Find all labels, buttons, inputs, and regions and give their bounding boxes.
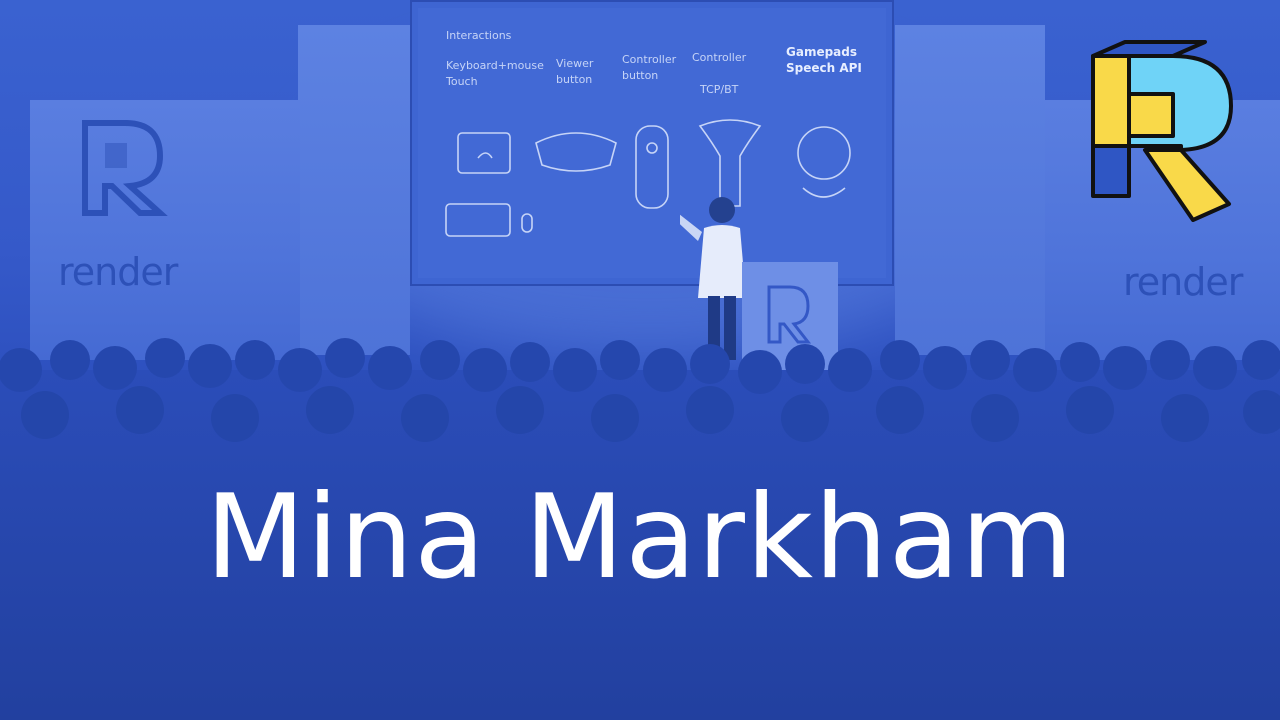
slide-heading: Interactions: [446, 29, 512, 42]
render-logo-icon: [82, 120, 168, 216]
banner-left-word: render: [58, 250, 178, 294]
slide-col1: Keyboard+mouse Touch: [446, 59, 544, 88]
banner-left: render: [30, 100, 300, 360]
slide-col4a: Controller: [692, 51, 747, 64]
hero-image: render render Interactions Keyboard+mous…: [0, 0, 1280, 720]
projection-screen: Interactions Keyboard+mouse Touch Viewer…: [410, 0, 894, 286]
slide: Interactions Keyboard+mouse Touch Viewer…: [418, 8, 886, 278]
render-logo-icon: [1091, 40, 1233, 222]
stage-panel-right: [895, 25, 1045, 355]
slide-col3: Controller button: [622, 53, 677, 82]
slide-col2: Viewer button: [556, 57, 594, 86]
speaker-name: Mina Markham: [205, 470, 1075, 605]
slide-col5: Gamepads Speech API: [786, 45, 862, 75]
stage-panel-left: [298, 25, 410, 355]
banner-right-word: render: [1123, 260, 1243, 304]
slide-sketches: [445, 119, 851, 237]
slide-col4b: TCP/BT: [700, 83, 739, 96]
